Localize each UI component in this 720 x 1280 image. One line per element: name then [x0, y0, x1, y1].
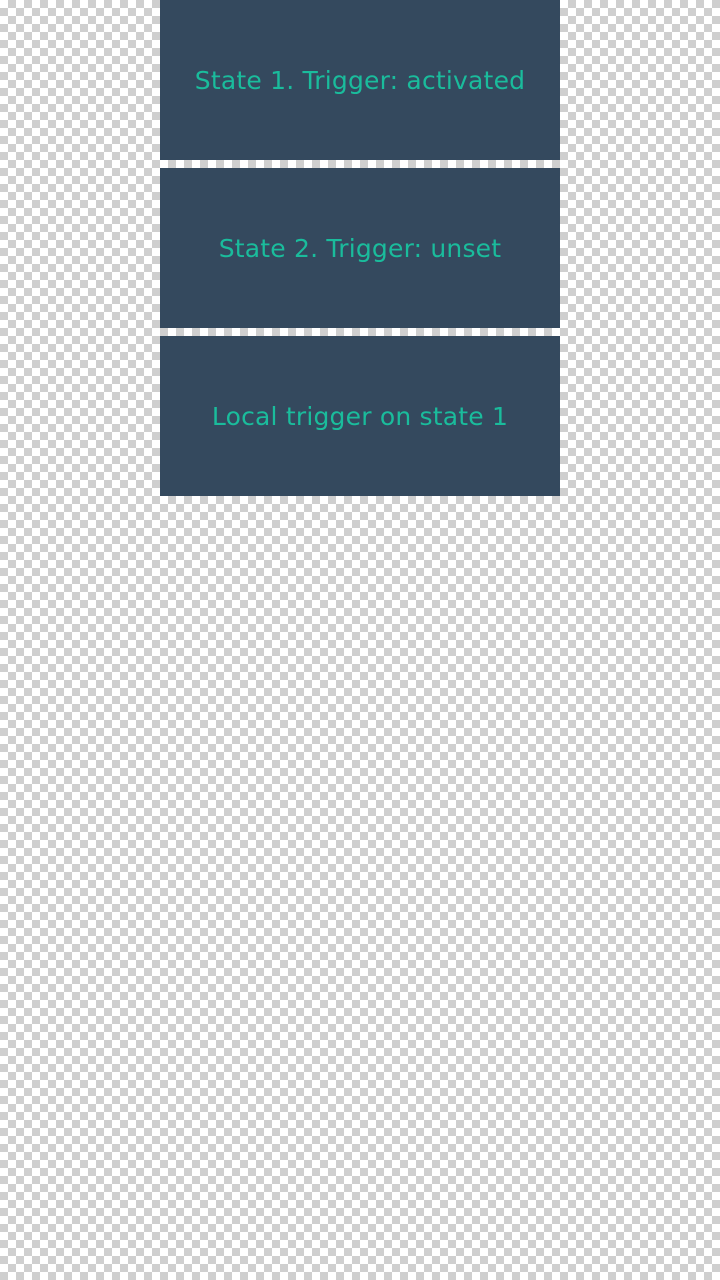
screen: { "cards": [ { "label": "State 1. Trigge… [0, 0, 720, 1280]
local-trigger-label: Local trigger on state 1 [211, 401, 509, 431]
local-trigger-card[interactable]: Local trigger on state 1 [160, 336, 560, 496]
state-2-label: State 2. Trigger: unset [218, 233, 502, 263]
state-1-card[interactable]: State 1. Trigger: activated [160, 0, 560, 160]
state-1-label: State 1. Trigger: activated [194, 65, 526, 95]
state-card-column: State 1. Trigger: activated State 2. Tri… [160, 0, 560, 504]
state-2-card[interactable]: State 2. Trigger: unset [160, 168, 560, 328]
